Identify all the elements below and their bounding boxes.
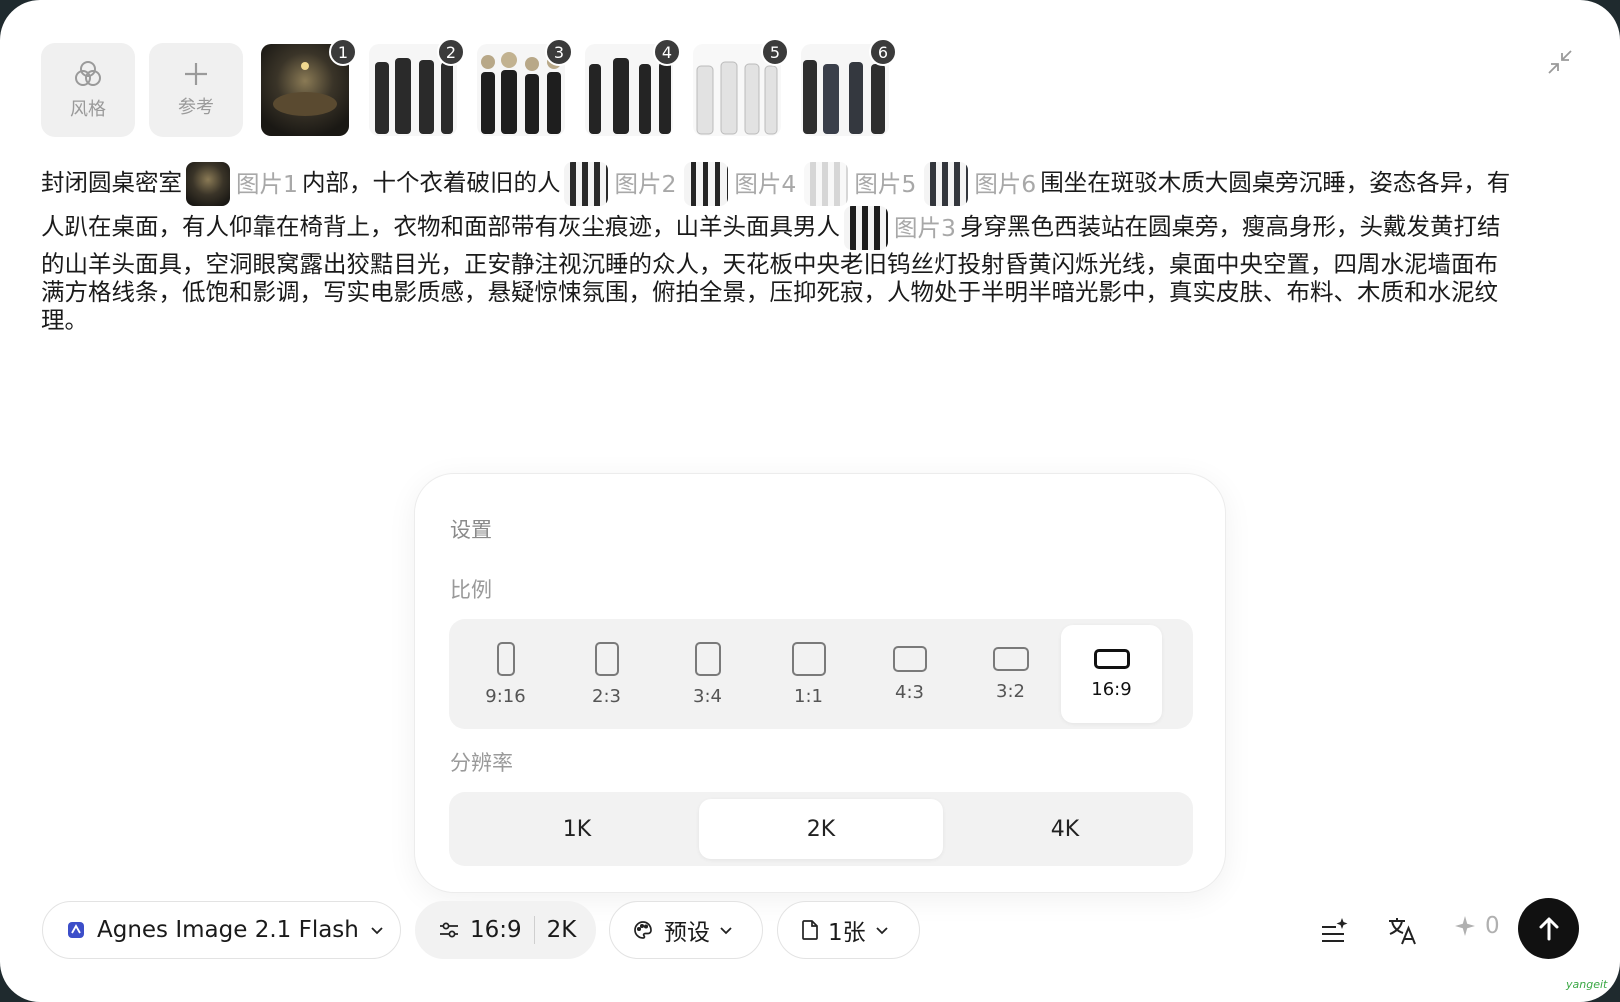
preset-selector[interactable]: 预设	[609, 901, 763, 959]
image-count-selector[interactable]: 1张	[777, 901, 920, 959]
ref-chip-label: 图片2	[614, 170, 677, 198]
ratio-option-4-3[interactable]: 4:3	[859, 625, 960, 723]
reference-thumb-6[interactable]: 6	[801, 38, 897, 136]
ratio-option-16-9[interactable]: 16:9	[1061, 625, 1162, 723]
women-image	[684, 162, 729, 206]
add-reference-button[interactable]: 参考	[149, 43, 243, 137]
reference-thumb-1[interactable]: 1	[261, 38, 357, 136]
resolution-option-4k[interactable]: 4K	[943, 799, 1187, 859]
reference-label: 参考	[178, 97, 214, 118]
resolution-option-1k[interactable]: 1K	[455, 799, 699, 859]
ratio-shape-icon	[992, 646, 1029, 671]
ref-chip-label: 图片4	[734, 170, 797, 198]
count-label: 1张	[828, 920, 866, 946]
settings-title: 设置	[450, 518, 492, 542]
file-icon	[802, 920, 818, 940]
ref-chip-label: 图片5	[854, 170, 917, 198]
ratio-label: 16:9	[1091, 678, 1132, 700]
plus-icon	[185, 63, 207, 85]
ratio-selector: 9:16 2:3 3:4 1:1 4:3 3:2 16:9	[449, 619, 1193, 729]
model-selector[interactable]: Agnes Image 2.1 Flash	[42, 901, 401, 959]
style-circles-icon	[75, 61, 101, 86]
ratio-title: 比例	[450, 578, 492, 602]
chevron-down-icon	[371, 927, 383, 935]
ref-chip-3[interactable]: 图片3	[844, 206, 956, 250]
credit-counter: 0	[1453, 913, 1500, 939]
thumb-number: 6	[869, 38, 897, 66]
ratio-label: 4:3	[895, 681, 924, 703]
ratio-label: 9:16	[485, 685, 526, 707]
men-image	[924, 162, 969, 206]
palette-icon	[634, 921, 652, 939]
lab-coat-image	[804, 162, 849, 206]
thumb-number: 5	[761, 38, 789, 66]
translate-icon[interactable]	[1385, 913, 1421, 949]
chevron-down-icon	[876, 927, 888, 935]
watermark: yangeit	[1566, 978, 1608, 991]
ref-chip-label: 图片6	[974, 170, 1037, 198]
thumb-number: 3	[545, 38, 573, 66]
ref-chip-label: 图片3	[894, 214, 956, 242]
send-button[interactable]	[1518, 898, 1579, 959]
resolution-title: 分辨率	[450, 751, 513, 775]
ratio-label: 2:3	[592, 685, 621, 707]
ratio-shape-icon	[892, 645, 927, 672]
reference-thumb-5[interactable]: 5	[693, 38, 789, 136]
people-image	[564, 162, 609, 206]
image-generator-window: 风格 参考 1 2 3 4 5 6 封闭圆桌密室 图片1 内部，十个衣着破旧的人…	[0, 0, 1620, 1002]
sparkle-icon	[1455, 916, 1475, 936]
ref-chip-label: 图片1	[236, 170, 298, 198]
model-name: Agnes Image 2.1 Flash	[97, 917, 359, 943]
ratio-resolution-button[interactable]: 16:9 2K	[415, 901, 596, 959]
style-button[interactable]: 风格	[41, 43, 135, 137]
resolution-option-2k[interactable]: 2K	[699, 799, 943, 859]
ratio-option-2-3[interactable]: 2:3	[556, 625, 657, 723]
prompt-editor[interactable]: 封闭圆桌密室 图片1 内部，十个衣着破旧的人 图片2 图片4 图片5 图片6 围坐在斑驳木质大…	[41, 162, 1521, 334]
divider	[533, 916, 535, 944]
enhance-prompt-icon[interactable]	[1316, 913, 1352, 949]
ref-chip-1[interactable]: 图片1	[186, 162, 298, 206]
thumb-number: 1	[329, 38, 357, 66]
reference-thumb-4[interactable]: 4	[585, 38, 681, 136]
ratio-label: 1:1	[794, 685, 823, 707]
sliders-icon	[440, 922, 458, 938]
current-resolution: 2K	[546, 917, 577, 943]
ratio-shape-icon	[594, 641, 619, 676]
reference-bar: 风格 参考 1 2 3 4 5 6	[41, 38, 897, 138]
ratio-option-9-16[interactable]: 9:16	[455, 625, 556, 723]
thumb-number: 4	[653, 38, 681, 66]
current-ratio: 16:9	[470, 917, 522, 943]
ref-chip-5[interactable]: 图片5	[804, 162, 916, 206]
ref-chip-4[interactable]: 图片4	[684, 162, 796, 206]
thumb-number: 2	[437, 38, 465, 66]
ratio-shape-icon	[791, 641, 826, 676]
collapse-icon[interactable]	[1546, 48, 1574, 76]
ratio-option-3-2[interactable]: 3:2	[960, 625, 1061, 723]
ratio-option-1-1[interactable]: 1:1	[758, 625, 859, 723]
reference-thumb-3[interactable]: 3	[477, 38, 573, 136]
preset-label: 预设	[664, 920, 710, 946]
ratio-shape-icon	[1093, 648, 1130, 669]
reference-thumb-2[interactable]: 2	[369, 38, 465, 136]
chevron-down-icon	[720, 927, 732, 935]
ref-chip-2[interactable]: 图片2	[564, 162, 676, 206]
ratio-label: 3:2	[996, 680, 1025, 702]
arrow-up-icon	[1539, 917, 1558, 940]
resolution-selector: 1K 2K 4K	[449, 792, 1193, 866]
room-image	[186, 162, 230, 206]
ratio-shape-icon	[694, 641, 721, 676]
ratio-label: 3:4	[693, 685, 722, 707]
ref-chip-6[interactable]: 图片6	[924, 162, 1036, 206]
prompt-text: 封闭圆桌密室	[41, 168, 182, 197]
goat-mask-image	[844, 206, 888, 250]
style-label: 风格	[70, 99, 106, 120]
ratio-shape-icon	[496, 641, 515, 676]
prompt-text: 内部，十个衣着破旧的人	[301, 168, 561, 197]
model-logo-icon	[68, 922, 84, 938]
ratio-option-3-4[interactable]: 3:4	[657, 625, 758, 723]
settings-popover: 设置 比例 9:16 2:3 3:4 1:1 4:3 3:2 16:9 分辨率 …	[414, 473, 1226, 893]
credit-count: 0	[1485, 913, 1500, 939]
